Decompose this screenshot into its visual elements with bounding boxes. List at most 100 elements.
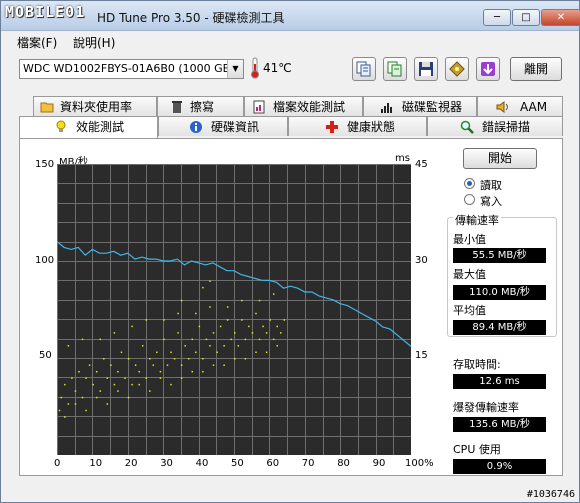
x-tick-label: 0 <box>54 458 61 469</box>
access-time-point <box>195 351 197 354</box>
access-time-point <box>195 312 197 315</box>
right-axis-unit: ms <box>395 153 410 164</box>
title-bar[interactable]: MOBILE01 HD Tune Pro 3.50 - 硬碟檢測工具 ─ □ ✕ <box>1 1 580 31</box>
access-time-point <box>92 383 94 386</box>
transfer-rate-title: 傳輸速率 <box>453 212 501 228</box>
access-time-point <box>106 377 109 379</box>
tab-benchmark-label: 效能測試 <box>76 120 125 134</box>
access-time-point <box>170 351 172 354</box>
cpu-usage-value: 0.9% <box>453 459 546 474</box>
access-time-point <box>85 377 87 379</box>
menu-file[interactable]: 檔案(F) <box>17 34 57 51</box>
access-time-point <box>223 345 225 347</box>
access-time-point <box>85 409 87 412</box>
access-time-point <box>120 351 123 354</box>
temperature-readout: 41℃ <box>263 61 292 75</box>
access-time-point <box>226 319 229 321</box>
save-button[interactable] <box>414 57 438 81</box>
access-time-point <box>265 351 268 354</box>
maximize-button[interactable]: □ <box>512 9 540 26</box>
tab-health[interactable]: 健康狀態 <box>288 116 427 136</box>
app-window: MOBILE01 HD Tune Pro 3.50 - 硬碟檢測工具 ─ □ ✕… <box>0 0 580 503</box>
access-time-point <box>99 390 101 392</box>
tab-error-scan[interactable]: 錯誤掃描 <box>427 116 563 136</box>
access-time-point <box>138 383 140 386</box>
max-label: 最大值 <box>453 268 486 281</box>
menu-help[interactable]: 說明(H) <box>73 34 115 51</box>
access-time-point <box>205 338 208 341</box>
access-time-point <box>173 358 176 360</box>
access-time-point <box>106 403 109 405</box>
chevron-down-icon[interactable]: ▼ <box>227 60 243 78</box>
options-button[interactable] <box>445 57 469 81</box>
access-time-point <box>212 364 215 366</box>
file-benchmark-icon <box>253 100 265 114</box>
access-time-point <box>117 390 119 392</box>
start-button[interactable]: 開始 <box>463 148 537 169</box>
tab-benchmark[interactable]: 效能測試 <box>19 116 158 138</box>
read-radio[interactable] <box>464 178 475 189</box>
access-time-point <box>159 377 162 379</box>
folder-icon <box>40 102 54 113</box>
access-time-point <box>251 332 254 334</box>
access-time-point <box>67 345 70 347</box>
access-time-point <box>58 409 61 412</box>
access-time-point <box>241 299 243 302</box>
access-time-point <box>170 383 172 386</box>
max-value: 110.0 MB/秒 <box>453 285 546 300</box>
tab-info[interactable]: 硬碟資訊 <box>158 116 288 136</box>
access-time-point <box>64 383 66 386</box>
access-time-point <box>191 370 194 373</box>
access-time-point <box>60 396 63 399</box>
access-time-point <box>74 403 77 405</box>
write-radio[interactable] <box>464 194 475 205</box>
exit-button[interactable]: 離開 <box>510 57 562 81</box>
access-time-point <box>113 332 116 334</box>
access-time-point <box>265 332 268 334</box>
access-time-point <box>99 338 101 341</box>
x-tick-label: 100% <box>405 458 434 469</box>
tab-disk-monitor[interactable]: 磁碟監視器 <box>363 96 477 116</box>
update-button[interactable] <box>476 57 500 81</box>
tab-file-benchmark-label: 檔案效能測試 <box>273 100 346 114</box>
x-tick-label: 10 <box>89 458 103 469</box>
cpu-usage-label: CPU 使用 <box>453 443 501 456</box>
tab-info-label: 硬碟資訊 <box>211 120 260 134</box>
tab-disk-monitor-label: 磁碟監視器 <box>402 100 463 114</box>
access-time-point <box>234 332 236 334</box>
avg-label: 平均值 <box>453 304 486 317</box>
access-time-point <box>64 416 66 418</box>
access-time-point <box>95 396 98 399</box>
x-tick-label: 40 <box>195 458 209 469</box>
access-time-point <box>81 338 84 341</box>
close-button[interactable]: ✕ <box>541 9 580 26</box>
access-time-point <box>180 364 183 366</box>
access-time-value: 12.6 ms <box>453 374 546 389</box>
access-time-point <box>226 306 229 308</box>
y-tick-50: 50 <box>39 350 52 361</box>
copy-screenshot-button[interactable] <box>383 57 407 81</box>
access-time-point <box>187 358 190 360</box>
watermark: #1036746 <box>526 489 575 500</box>
copy-info-button[interactable] <box>352 57 376 81</box>
access-time-point <box>184 345 186 347</box>
access-time-point <box>223 364 225 366</box>
access-time-point <box>280 332 282 334</box>
tab-erase[interactable]: 擦寫 <box>157 96 244 116</box>
access-time-point <box>248 325 250 328</box>
x-tick-label: 50 <box>231 458 244 469</box>
tab-aam[interactable]: AAM <box>477 96 563 116</box>
bulb-icon <box>56 120 66 132</box>
tab-folder-usage[interactable]: 資料夾使用率 <box>33 96 157 116</box>
access-time-point <box>276 345 278 347</box>
access-time-point <box>127 396 130 399</box>
minimize-button[interactable]: ─ <box>483 9 511 26</box>
access-time-point <box>209 280 211 282</box>
drive-select[interactable]: WDC WD1002FBYS-01A6B0 (1000 GB) ▼ <box>19 59 244 79</box>
access-time-point <box>212 332 215 334</box>
avg-value: 89.4 MB/秒 <box>453 320 546 335</box>
download-arrow-icon <box>481 62 495 76</box>
access-time-point <box>110 364 112 366</box>
tab-file-benchmark[interactable]: 檔案效能測試 <box>244 96 363 116</box>
x-tick-label: 70 <box>301 458 315 469</box>
